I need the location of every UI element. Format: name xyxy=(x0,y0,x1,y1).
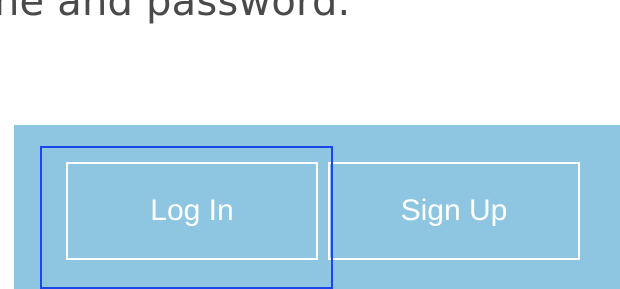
auth-button-bar: Log In Sign Up xyxy=(14,125,620,289)
signup-button[interactable]: Sign Up xyxy=(328,162,580,260)
instruction-text: ne and password. xyxy=(0,0,351,25)
login-button[interactable]: Log In xyxy=(66,162,318,260)
